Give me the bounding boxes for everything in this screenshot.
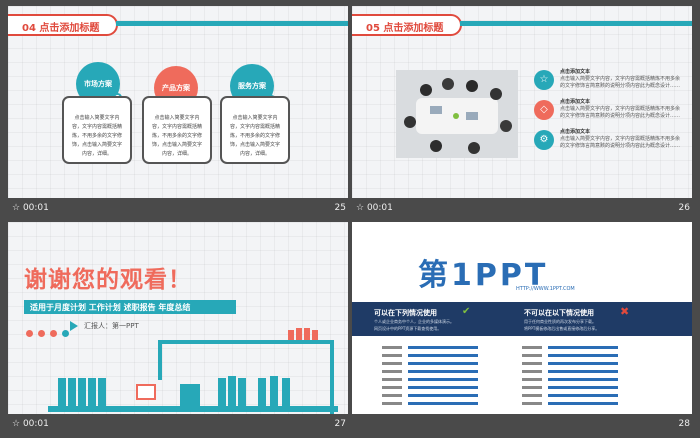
slide-25-time: 00:01 <box>22 203 49 213</box>
star-icon: ☆ <box>534 70 554 90</box>
item-text-3: 点击输入简要文字内容，文字内容需概括精炼，不用多余的文字修饰，点击输入简要文字内… <box>230 115 281 157</box>
shelf-post-right <box>330 340 334 414</box>
share-icon-4 <box>62 330 70 337</box>
item-text-2: 点击输入简要文字内容，文字内容需概括精炼，不用多余的文字修饰，点击输入简要文字内… <box>152 115 203 157</box>
slide-26-timing: ☆ 00:01 <box>356 203 393 213</box>
book-top-2 <box>296 328 302 340</box>
clock-icon <box>136 384 156 400</box>
book-11 <box>270 376 278 406</box>
feature-title-1: 点击添加文本 <box>560 69 591 75</box>
share-icon-3 <box>50 330 58 337</box>
can-use-item-1: 个人或企业商务中个人，企业的多媒体演示。 <box>374 319 454 324</box>
slide-25-timing: ☆ 00:01 <box>12 203 49 213</box>
item-box-3: 点击输入简要文字内容，文字内容需概括精炼，不用多余的文字修饰，点击输入简要文字内… <box>220 96 290 164</box>
slide-27-number: 27 <box>334 419 346 429</box>
gear-icon: ⚙ <box>534 130 554 150</box>
book-5 <box>98 378 106 406</box>
cross-icon: ✖ <box>620 305 630 318</box>
feature-title-2: 点击添加文本 <box>560 99 591 105</box>
book-12 <box>282 378 290 406</box>
resource-links-left <box>382 346 478 405</box>
reporter-text: 汇报人：第一PPT <box>84 322 139 330</box>
check-icon: ✔ <box>462 306 471 317</box>
slide-28-number: 28 <box>678 419 690 429</box>
slide-26-title: 05 点击添加标题 <box>366 23 444 34</box>
cannot-use-item-2: 将PPT模板修改后出售或直接修改后分享。 <box>524 326 600 331</box>
slide-25-title-tab: 04 点击添加标题 <box>8 14 118 36</box>
social-icons <box>26 322 70 341</box>
slide-26-footer: ☆ 00:01 26 <box>352 200 692 216</box>
diamond-icon: ◇ <box>534 100 554 120</box>
book-3 <box>78 378 86 406</box>
feature-body-3: 点击输入简要文字内容，文字内容需概括精炼不用多余的文字修饰言简意赅的说明分项内容… <box>560 136 681 149</box>
slide-28-canvas: 第1PPT HTTP://WWW.1PPT.COM 可以在下列情况使用 ✔ 个人… <box>352 222 692 414</box>
slide-27-canvas: 谢谢您的观看！ 适用于月度计划 工作计划 述职报告 年度总结 汇报人：第一PPT <box>8 222 348 414</box>
cannot-use-title: 不可以在以下情况使用 <box>524 309 594 317</box>
feature-title-3: 点击添加文本 <box>560 129 591 135</box>
share-icon-2 <box>38 330 46 337</box>
cannot-use-item-1: 用于任何商业性质的再次发布分享下载。 <box>524 319 596 324</box>
resource-links-right <box>522 346 618 405</box>
book-9 <box>238 378 246 406</box>
slide-25-footer: ☆ 00:01 25 <box>8 200 348 216</box>
book-2 <box>68 378 76 406</box>
feature-body-1: 点击输入简要文字内容，文字内容需概括精炼不用多余的文字修饰言简意赅的说明分项内容… <box>560 76 681 89</box>
book-8 <box>228 376 236 406</box>
slide-25-title-bar <box>116 21 348 26</box>
feature-text-3: 点击添加文本 点击输入简要文字内容，文字内容需概括精炼不用多余的文字修饰言简意赅的… <box>560 129 682 150</box>
thanks-headline: 谢谢您的观看！ <box>24 267 192 293</box>
feature-text-1: 点击添加文本 点击输入简要文字内容，文字内容需概括精炼不用多余的文字修饰言简意赅的… <box>560 69 682 90</box>
book-top-4 <box>312 330 318 340</box>
slide-26-time: 00:01 <box>366 203 393 213</box>
item-label-3: 服务方案 <box>238 82 266 90</box>
slide-27-timing: ☆ 00:01 <box>12 419 49 429</box>
meeting-photo <box>396 70 518 158</box>
book-10 <box>258 378 266 406</box>
slide-26-canvas: 05 点击添加标题 ☆ 点击添加文本 点击输入简要文字内容，文字内容需概括精炼不用… <box>352 6 692 198</box>
slide-27-footer: ☆ 00:01 27 <box>8 416 348 432</box>
book-top-1 <box>288 330 294 340</box>
feature-body-2: 点击输入简要文字内容，文字内容需概括精炼不用多余的文字修饰言简意赅的说明分项内容… <box>560 106 681 119</box>
slide-25-canvas: 04 点击添加标题 市场方案 点击输入简要文字内容，文字内容需概括精炼，不用多余… <box>8 6 348 198</box>
item-text-1: 点击输入简要文字内容，文字内容需概括精炼，不用多余的文字修饰，点击输入简要文字内… <box>72 115 123 157</box>
book-4 <box>88 378 96 406</box>
book-6 <box>180 384 200 406</box>
can-use-title: 可以在下列情况使用 <box>374 309 437 317</box>
book-7 <box>218 378 226 406</box>
feature-text-2: 点击添加文本 点击输入简要文字内容，文字内容需概括精炼不用多余的文字修饰言简意赅的… <box>560 99 682 120</box>
slide-27-time: 00:01 <box>22 419 49 429</box>
shelf-top <box>158 340 334 344</box>
slide-25-number: 25 <box>334 203 346 213</box>
book-top-3 <box>304 328 310 340</box>
subtitle-banner: 适用于月度计划 工作计划 述职报告 年度总结 <box>24 300 236 314</box>
item-label-2: 产品方案 <box>162 84 190 92</box>
book-1 <box>58 378 66 406</box>
shelf-post-left <box>158 340 162 380</box>
usage-banner: 可以在下列情况使用 ✔ 个人或企业商务中个人，企业的多媒体演示。 网页设计中的P… <box>352 302 692 336</box>
item-box-2: 点击输入简要文字内容，文字内容需概括精炼，不用多余的文字修饰，点击输入简要文字内… <box>142 96 212 164</box>
subtitle-text: 适用于月度计划 工作计划 述职报告 年度总结 <box>30 303 191 312</box>
shelf-bottom <box>48 406 338 412</box>
slide-28-footer: 28 <box>352 416 692 432</box>
slide-26-number: 26 <box>678 203 690 213</box>
play-icon <box>70 321 78 331</box>
slide-26-title-tab: 05 点击添加标题 <box>352 14 462 36</box>
item-box-1: 点击输入简要文字内容，文字内容需概括精炼，不用多余的文字修饰，点击输入简要文字内… <box>62 96 132 164</box>
slide-25-title: 04 点击添加标题 <box>22 23 100 34</box>
slide-26-title-bar <box>460 21 692 26</box>
can-use-item-2: 网页设计中的PPT资源下载查找使用。 <box>374 326 442 331</box>
item-label-1: 市场方案 <box>84 80 112 88</box>
share-icon-1 <box>26 330 33 337</box>
logo-url: HTTP://WWW.1PPT.COM <box>516 286 575 292</box>
